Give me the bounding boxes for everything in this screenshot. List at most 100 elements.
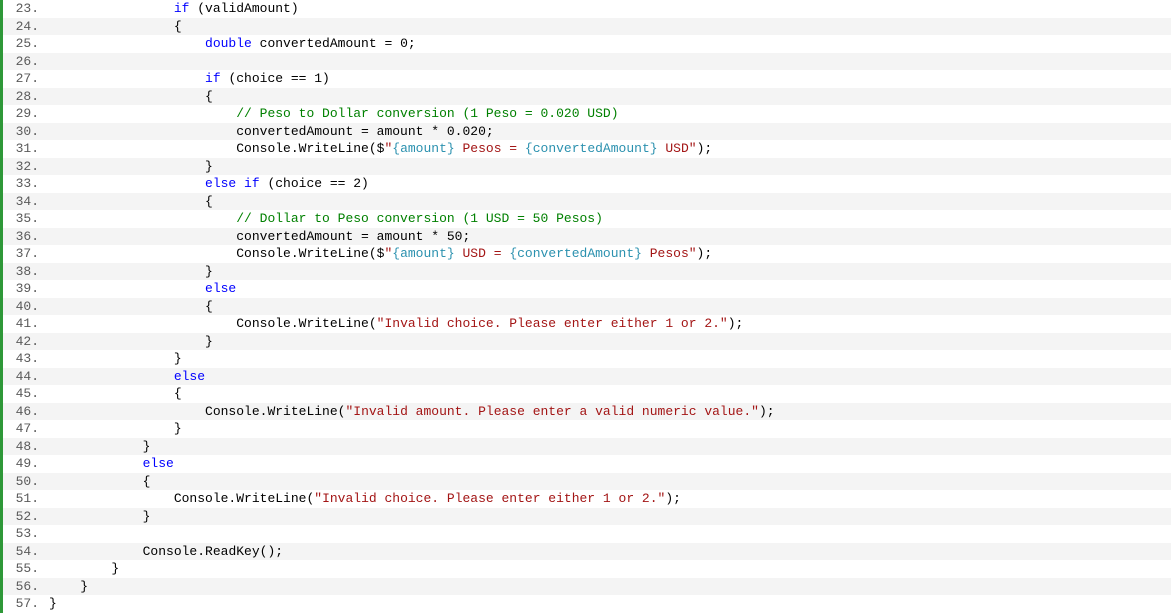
token-pl: Console.WriteLine($ [236, 141, 384, 156]
code-line: 57.} [3, 595, 1171, 613]
code-line: 47. } [3, 420, 1171, 438]
token-kw: else [174, 369, 205, 384]
code-content: else [45, 280, 236, 298]
code-content: } [45, 560, 119, 578]
line-number: 24. [3, 18, 45, 36]
token-cm: // Peso to Dollar conversion (1 Peso = 0… [236, 106, 618, 121]
token-st: USD = [455, 246, 510, 261]
token-pl: { [205, 89, 213, 104]
token-st: "Invalid choice. Please enter either 1 o… [314, 491, 665, 506]
token-st: Pesos = [455, 141, 525, 156]
code-line: 54. Console.ReadKey(); [3, 543, 1171, 561]
token-pl: { [205, 194, 213, 209]
token-pl: } [174, 351, 182, 366]
code-line: 29. // Peso to Dollar conversion (1 Peso… [3, 105, 1171, 123]
code-line: 52. } [3, 508, 1171, 526]
token-pl: { [143, 474, 151, 489]
token-pl: convertedAmount = 0; [252, 36, 416, 51]
line-number: 31. [3, 140, 45, 158]
line-number: 33. [3, 175, 45, 193]
line-number: 57. [3, 595, 45, 613]
code-content: // Dollar to Peso conversion (1 USD = 50… [45, 210, 603, 228]
line-number: 56. [3, 578, 45, 596]
token-pl: ); [697, 246, 713, 261]
token-pl: Console.WriteLine($ [236, 246, 384, 261]
token-tp: {convertedAmount} [525, 141, 658, 156]
token-pl: } [80, 579, 88, 594]
code-content: Console.WriteLine("Invalid amount. Pleas… [45, 403, 775, 421]
code-line: 40. { [3, 298, 1171, 316]
code-content: else [45, 368, 205, 386]
token-pl: (choice == 2) [260, 176, 369, 191]
code-content: { [45, 298, 213, 316]
token-pl: ); [728, 316, 744, 331]
line-number: 23. [3, 0, 45, 18]
token-pl: } [143, 439, 151, 454]
code-line: 39. else [3, 280, 1171, 298]
token-kw: if [174, 1, 190, 16]
code-line: 31. Console.WriteLine($"{amount} Pesos =… [3, 140, 1171, 158]
line-number: 30. [3, 123, 45, 141]
code-content: } [45, 333, 213, 351]
code-content: { [45, 193, 213, 211]
code-content: } [45, 158, 213, 176]
code-line: 41. Console.WriteLine("Invalid choice. P… [3, 315, 1171, 333]
code-content: { [45, 385, 182, 403]
line-number: 32. [3, 158, 45, 176]
code-line: 24. { [3, 18, 1171, 36]
token-pl: } [205, 264, 213, 279]
token-pl: Console.WriteLine( [174, 491, 314, 506]
token-pl: } [111, 561, 119, 576]
line-number: 47. [3, 420, 45, 438]
token-pl: } [174, 421, 182, 436]
line-number: 34. [3, 193, 45, 211]
code-content: { [45, 88, 213, 106]
code-content: convertedAmount = amount * 50; [45, 228, 470, 246]
line-number: 40. [3, 298, 45, 316]
code-block: 23. if (validAmount)24. {25. double conv… [0, 0, 1171, 613]
token-st: "Invalid choice. Please enter either 1 o… [377, 316, 728, 331]
code-content: } [45, 508, 150, 526]
line-number: 37. [3, 245, 45, 263]
code-line: 44. else [3, 368, 1171, 386]
code-line: 27. if (choice == 1) [3, 70, 1171, 88]
code-content: } [45, 350, 182, 368]
code-line: 34. { [3, 193, 1171, 211]
line-number: 45. [3, 385, 45, 403]
code-content: } [45, 578, 88, 596]
token-cm: // Dollar to Peso conversion (1 USD = 50… [236, 211, 603, 226]
code-line: 37. Console.WriteLine($"{amount} USD = {… [3, 245, 1171, 263]
token-st: Pesos" [642, 246, 697, 261]
line-number: 48. [3, 438, 45, 456]
code-line: 50. { [3, 473, 1171, 491]
code-line: 55. } [3, 560, 1171, 578]
token-pl: } [205, 334, 213, 349]
token-st: "Invalid amount. Please enter a valid nu… [345, 404, 758, 419]
line-number: 46. [3, 403, 45, 421]
line-number: 38. [3, 263, 45, 281]
token-kw: if [205, 71, 221, 86]
code-content: Console.ReadKey(); [45, 543, 283, 561]
code-line: 33. else if (choice == 2) [3, 175, 1171, 193]
token-tp: {amount} [392, 246, 454, 261]
line-number: 26. [3, 53, 45, 71]
line-number: 28. [3, 88, 45, 106]
token-kw: else if [205, 176, 260, 191]
code-content: Console.WriteLine($"{amount} USD = {conv… [45, 245, 712, 263]
code-line: 35. // Dollar to Peso conversion (1 USD … [3, 210, 1171, 228]
line-number: 39. [3, 280, 45, 298]
token-pl: } [205, 159, 213, 174]
code-content: Console.WriteLine($"{amount} Pesos = {co… [45, 140, 712, 158]
token-tp: {convertedAmount} [509, 246, 642, 261]
token-pl: ); [697, 141, 713, 156]
line-number: 41. [3, 315, 45, 333]
token-pl: { [205, 299, 213, 314]
code-line: 38. } [3, 263, 1171, 281]
code-line: 36. convertedAmount = amount * 50; [3, 228, 1171, 246]
code-line: 46. Console.WriteLine("Invalid amount. P… [3, 403, 1171, 421]
code-content: if (choice == 1) [45, 70, 330, 88]
token-pl: ); [759, 404, 775, 419]
code-content: } [45, 420, 182, 438]
code-content: convertedAmount = amount * 0.020; [45, 123, 494, 141]
code-content: { [45, 18, 182, 36]
